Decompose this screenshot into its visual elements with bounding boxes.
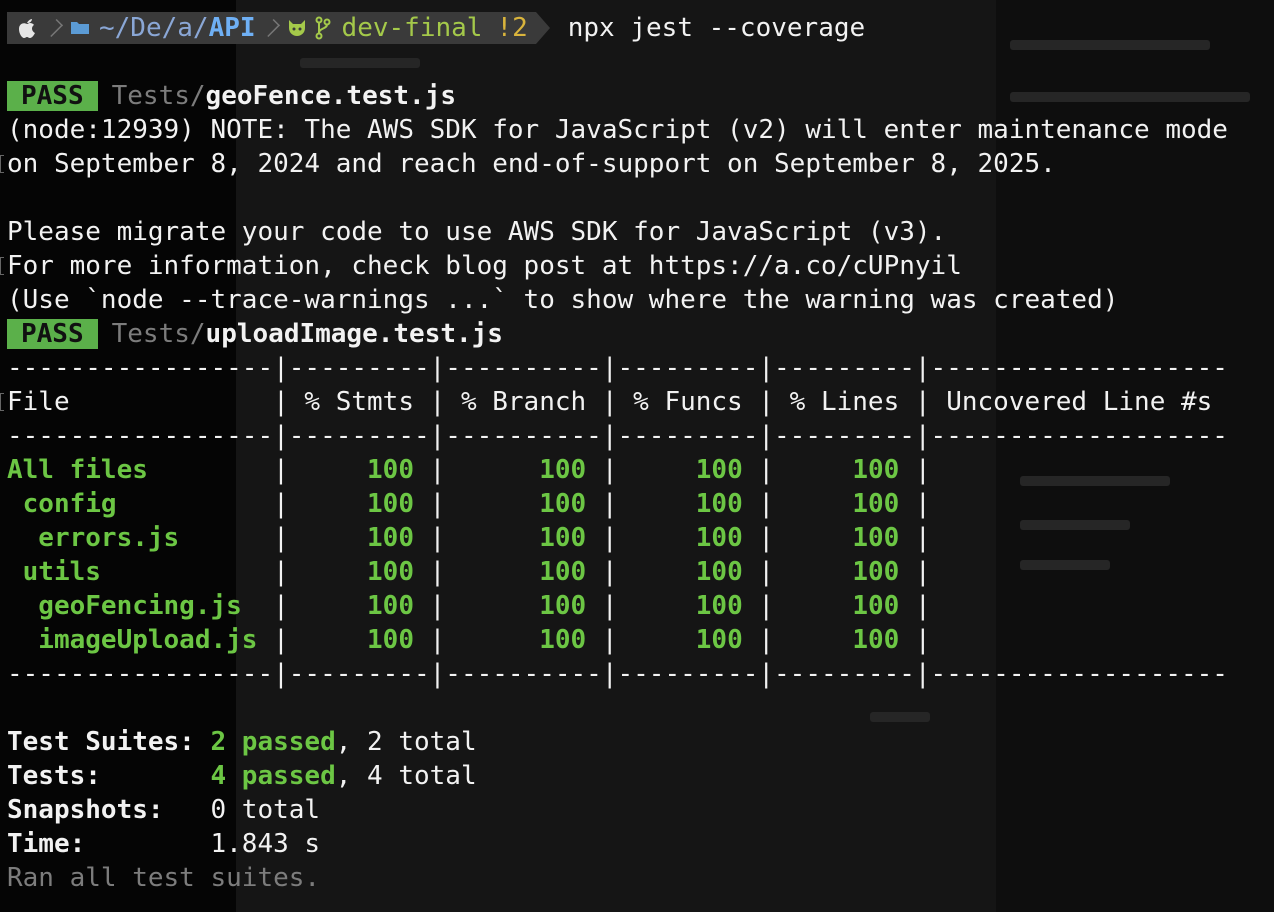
coverage-branch: 100 [445,489,587,519]
coverage-row: geoFencing.js | 100 | 100 | 100 | 100 | [7,591,931,621]
coverage-separator: -----------------|---------|----------|-… [7,659,1228,689]
coverage-separator: -----------------|---------|----------|-… [7,421,1228,451]
summary-total: 0 total [210,795,321,825]
coverage-funcs: 100 [617,557,743,587]
coverage-file-name: geoFencing.js [7,591,274,621]
summary-total: 1.843 s [210,829,321,859]
coverage-funcs: 100 [617,455,743,485]
summary-label: Time: [7,829,211,859]
summary-line: Time: 1.843 s [0,827,1274,861]
suite-file: geoFence.test.js [205,81,456,111]
summary-passed: 2 passed [210,727,336,757]
coverage-stmts: 100 [288,455,414,485]
coverage-stmts: 100 [288,489,414,519]
folder-icon [71,22,89,34]
coverage-file-name: imageUpload.js [7,625,274,655]
summary-total: , 4 total [335,761,477,791]
coverage-row: imageUpload.js | 100 | 100 | 100 | 100 | [7,625,931,655]
pass-badge: PASS [7,81,98,111]
footer-message: Ran all test suites. [7,863,321,893]
coverage-branch: 100 [445,591,587,621]
warning-line: Please migrate your code to use AWS SDK … [7,217,947,247]
coverage-file-name: config [7,489,274,519]
coverage-row: errors.js | 100 | 100 | 100 | 100 | [7,523,931,553]
summary-line: Snapshots: 0 total [0,793,1274,827]
git-segment: dev-final !2 [277,12,536,44]
terminal[interactable]: ~/De/a/API dev-final !2 npx jest --cover… [0,11,1274,895]
coverage-separator: -----------------|---------|----------|-… [7,353,1228,383]
coverage-file-name: All files [7,455,274,485]
coverage-funcs: 100 [617,591,743,621]
suite-dir: Tests/ [111,319,206,349]
coverage-file-name: utils [7,557,274,587]
coverage-funcs: 100 [617,523,743,553]
coverage-branch: 100 [445,557,587,587]
suite-dir: Tests/ [111,81,206,111]
shell-prompt: ~/De/a/API dev-final !2 npx jest --cover… [0,11,1274,45]
coverage-stmts: 100 [288,523,414,553]
coverage-row: All files | 100 | 100 | 100 | 100 | [7,455,931,485]
coverage-branch: 100 [445,455,587,485]
coverage-funcs: 100 [617,625,743,655]
pass-badge: PASS [7,319,98,349]
coverage-row: config | 100 | 100 | 100 | 100 | [7,489,931,519]
summary-label: Tests: [7,761,211,791]
coverage-funcs: 100 [617,489,743,519]
suite-result-2: PASS Tests/uploadImage.test.js [0,317,1274,351]
coverage-file-name: errors.js [7,523,274,553]
coverage-branch: 100 [445,625,587,655]
github-icon [288,20,305,36]
segment-end-arrow [535,12,550,44]
coverage-header: File | % Stmts | % Branch | % Funcs | % … [0,385,1274,419]
summary-total: , 2 total [335,727,477,757]
coverage-branch: 100 [445,523,587,553]
os-segment [7,12,47,44]
git-branch-name: dev-final [341,13,483,43]
segment-separator [47,12,61,44]
coverage-lines: 100 [774,489,900,519]
test-summary: Test Suites: 2 passed, 2 total Tests: 4 p… [0,725,1274,861]
coverage-stmts: 100 [288,591,414,621]
git-dirty-count: !2 [496,13,528,43]
summary-line: Test Suites: 2 passed, 2 total [0,725,1274,759]
path-prefix: ~/De/a/ [99,13,209,43]
warning-line: on September 8, 2024 and reach end-of-su… [0,147,1274,181]
suite-result-1: PASS Tests/geoFence.test.js [0,79,1274,113]
summary-line: Tests: 4 passed, 4 total [0,759,1274,793]
coverage-lines: 100 [774,591,900,621]
warning-line: For more information, check blog post at… [0,249,1274,283]
summary-label: Snapshots: [7,795,211,825]
coverage-rows: All files | 100 | 100 | 100 | 100 | conf… [0,453,1274,657]
segment-separator [263,12,278,44]
coverage-lines: 100 [774,455,900,485]
coverage-lines: 100 [774,625,900,655]
apple-icon [19,19,35,38]
warning-line [0,181,1274,215]
command-text[interactable]: npx jest --coverage [568,13,865,43]
git-branch-icon [315,16,331,40]
coverage-row: utils | 100 | 100 | 100 | 100 | [7,557,931,587]
summary-passed: 4 passed [210,761,336,791]
path-current-dir: API [208,13,256,43]
warning-line: (node:12939) NOTE: The AWS SDK for JavaS… [7,115,1228,145]
suite-file: uploadImage.test.js [205,319,503,349]
coverage-stmts: 100 [288,557,414,587]
coverage-lines: 100 [774,523,900,553]
coverage-lines: 100 [774,557,900,587]
path-segment: ~/De/a/API [61,12,264,44]
warning-line: (Use `node --trace-warnings ...` to show… [7,285,1119,315]
summary-label: Test Suites: [7,727,211,757]
coverage-stmts: 100 [288,625,414,655]
